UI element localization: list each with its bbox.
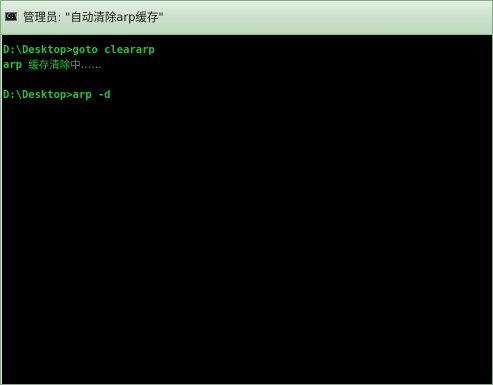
cmd-icon-label: C:\ <box>7 13 18 20</box>
console-command: goto cleararp <box>72 44 155 56</box>
console-window: C:\ 管理员: "自动清除arp缓存" D:\Desktop>goto cle… <box>0 0 493 385</box>
console-line: D:\Desktop>arp -d <box>3 89 110 102</box>
cmd-icon[interactable]: C:\ <box>5 12 18 21</box>
window-title: 管理员: "自动清除arp缓存" <box>23 10 164 24</box>
console-line: D:\Desktop>goto cleararp <box>3 44 155 57</box>
console-line: arp 缓存清除中…… <box>3 59 102 72</box>
console-output[interactable]: D:\Desktop>goto cleararp arp 缓存清除中…… D:\… <box>2 35 492 384</box>
console-prompt: D:\Desktop> <box>3 44 73 56</box>
console-message: 缓存清除中…… <box>28 59 102 71</box>
console-prompt: D:\Desktop> <box>3 89 73 101</box>
console-prompt: arp <box>3 59 29 71</box>
console-command: arp -d <box>72 89 111 101</box>
title-bar[interactable]: C:\ 管理员: "自动清除arp缓存" <box>1 1 492 35</box>
